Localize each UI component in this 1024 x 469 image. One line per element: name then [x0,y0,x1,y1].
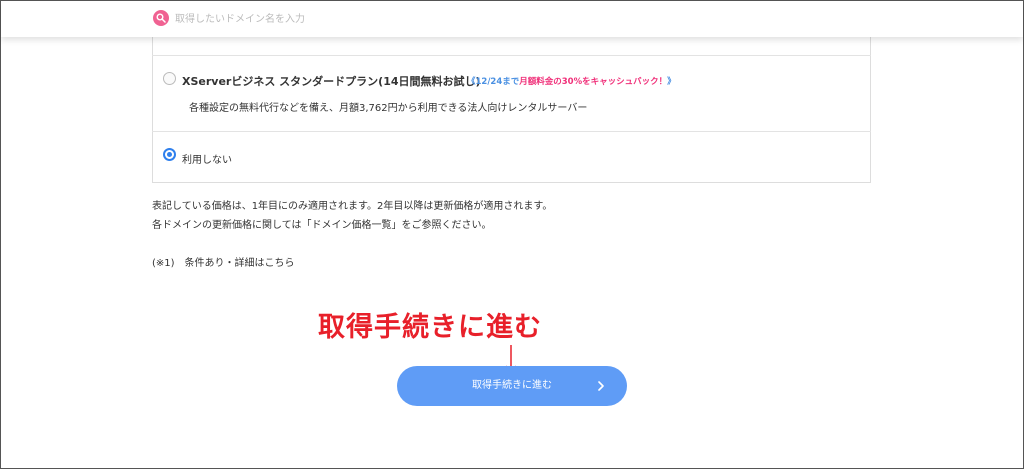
proceed-button-label: 取得手続きに進む [472,380,552,391]
no-use-label: 利用しない [182,155,232,166]
chevron-right-icon [598,381,604,391]
price-note-line-1: 表記している価格は、1年目にのみ適用されます。2年目以降は更新価格が適用されます… [152,201,553,212]
xserver-business-radio[interactable] [163,72,176,85]
header-bar [1,1,1023,37]
xserver-business-description: 各種設定の無料代行などを備え、月額3,762円から利用できる法人向けレンタルサー… [189,103,588,114]
price-note-line-2: 各ドメインの更新価格に関しては「ドメイン価格一覧」をご参照ください。 [152,220,492,231]
promo-highlight: 月額料金の30%をキャッシュバック！ [519,77,668,87]
promo-suffix: 》 [667,77,676,87]
search-icon[interactable] [153,10,169,26]
conditions-note-link[interactable]: (※1) 条件あり・詳細はこちら [152,254,295,269]
no-use-radio[interactable] [163,148,176,161]
promo-prefix: 《12/24まで [467,77,520,87]
xserver-business-promo: 《12/24まで月額料金の30%をキャッシュバック！》 [467,75,676,87]
plan-row-divider [152,131,871,132]
plan-row-divider [152,55,871,56]
domain-search-input[interactable] [175,9,575,29]
annotation-label: 取得手続きに進む [318,312,542,343]
proceed-to-registration-button[interactable]: 取得手続きに進む [397,366,627,406]
xserver-business-title: XServerビジネス スタンダードプラン(14日間無料お試し) [182,75,481,88]
